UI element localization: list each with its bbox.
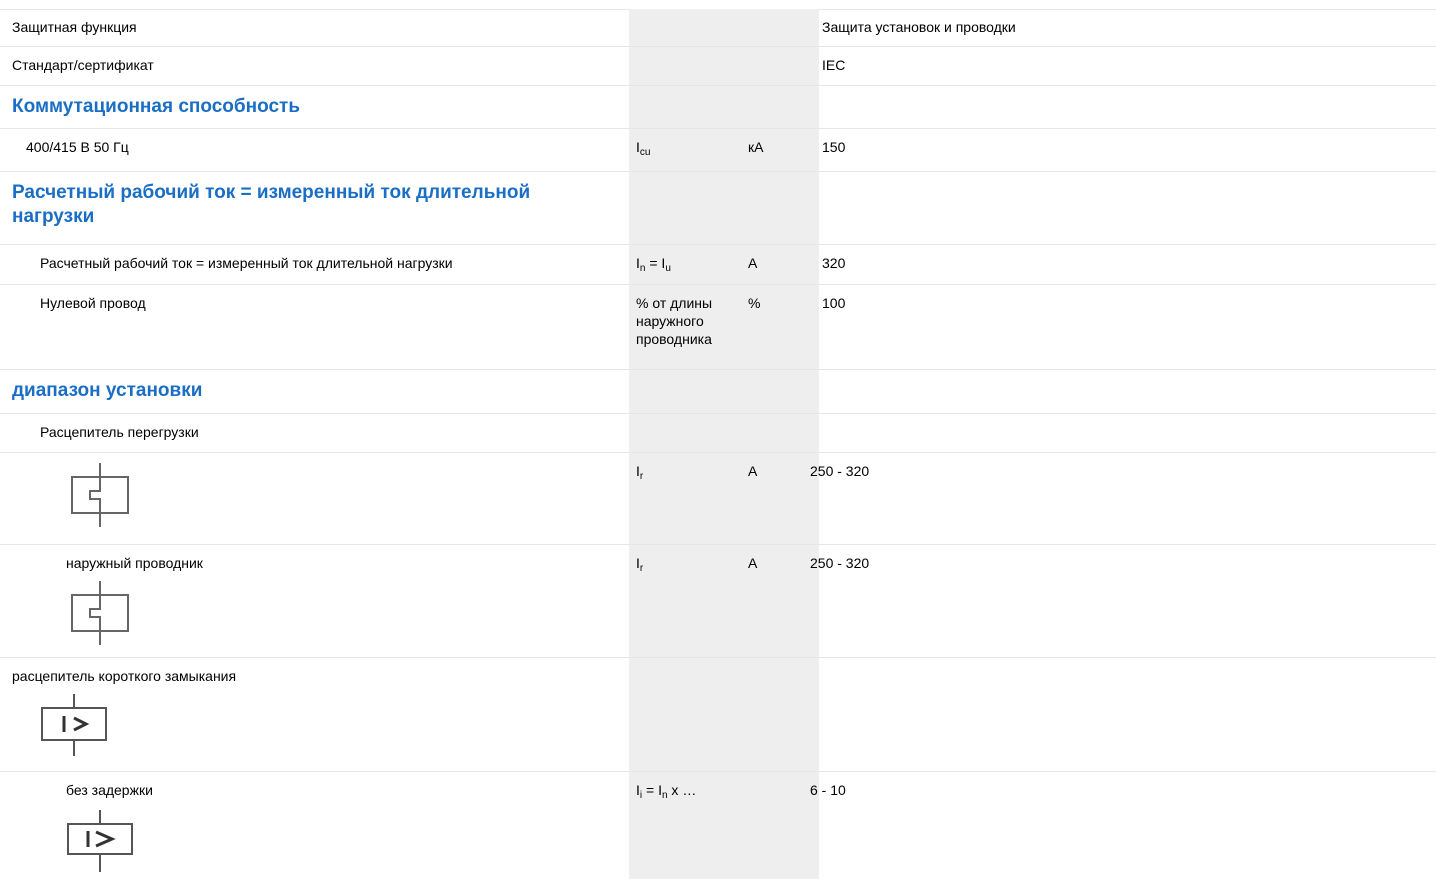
row-label: Стандарт/сертификат bbox=[12, 57, 154, 73]
row-label: наружный проводник bbox=[66, 555, 203, 571]
row-symbol: Icu bbox=[636, 139, 651, 158]
table-row: 400/415 В 50 Гц Icu кА 150 bbox=[0, 129, 1436, 172]
row-unit: кА bbox=[748, 139, 764, 155]
row-value: 320 bbox=[822, 255, 846, 271]
section-heading: Коммутационная способность bbox=[12, 96, 301, 117]
short-circuit-trip-symbol-icon bbox=[41, 694, 107, 756]
row-symbol: Ir bbox=[636, 463, 644, 482]
row-value: 100 bbox=[822, 295, 846, 311]
row-symbol: Ii = In x … bbox=[636, 782, 697, 801]
section-heading: диапазон установки bbox=[12, 380, 203, 401]
row-value: Защита установок и проводки bbox=[822, 19, 1016, 35]
row-label: Расчетный рабочий ток = измеренный ток д… bbox=[40, 255, 453, 271]
section-header-row: диапазон установки bbox=[0, 370, 1436, 414]
section-heading: Расчетный рабочий ток = измеренный ток д… bbox=[12, 182, 531, 227]
row-value: 150 bbox=[822, 139, 846, 155]
row-label: Нулевой провод bbox=[40, 295, 146, 311]
row-unit: A bbox=[748, 555, 758, 571]
row-label: 400/415 В 50 Гц bbox=[26, 139, 129, 155]
table-row: Ir A 250 - 320 bbox=[0, 453, 1436, 545]
row-label: Расцепитель перегрузки bbox=[40, 424, 199, 440]
row-symbol: Ir bbox=[636, 555, 644, 574]
table-row: наружный проводник Ir A 250 - 320 bbox=[0, 545, 1436, 658]
row-unit: % bbox=[748, 295, 761, 311]
row-value: 250 - 320 bbox=[810, 463, 870, 479]
overload-trip-symbol-icon bbox=[71, 581, 129, 645]
table-row: Защитная функция Защита установок и пров… bbox=[0, 9, 1436, 47]
section-header-row: Расчетный рабочий ток = измеренный ток д… bbox=[0, 172, 1436, 245]
short-circuit-trip-symbol-icon bbox=[67, 810, 133, 872]
table-row: Нулевой провод % от длины наружного пров… bbox=[0, 285, 1436, 370]
overload-trip-symbol-icon bbox=[71, 463, 129, 527]
table-row: Расчетный рабочий ток = измеренный ток д… bbox=[0, 245, 1436, 285]
row-unit: A bbox=[748, 255, 758, 271]
table-row: без задержки Ii = In x … 6 - 10 bbox=[0, 772, 1436, 879]
row-value: 250 - 320 bbox=[810, 555, 870, 571]
row-symbol: % от длины наружного проводника bbox=[636, 295, 713, 347]
table-row: Расцепитель перегрузки bbox=[0, 414, 1436, 453]
section-header-row: Коммутационная способность bbox=[0, 86, 1436, 129]
row-value: 6 - 10 bbox=[810, 782, 846, 798]
row-label: расцепитель короткого замыкания bbox=[12, 668, 237, 684]
row-label: без задержки bbox=[66, 782, 153, 798]
row-value: IEC bbox=[822, 57, 846, 73]
row-symbol: In = Iu bbox=[636, 255, 671, 274]
row-unit: A bbox=[748, 463, 758, 479]
table-row: Стандарт/сертификат IEC bbox=[0, 47, 1436, 86]
table-row: расцепитель короткого замыкания bbox=[0, 658, 1436, 772]
row-label: Защитная функция bbox=[12, 19, 137, 35]
